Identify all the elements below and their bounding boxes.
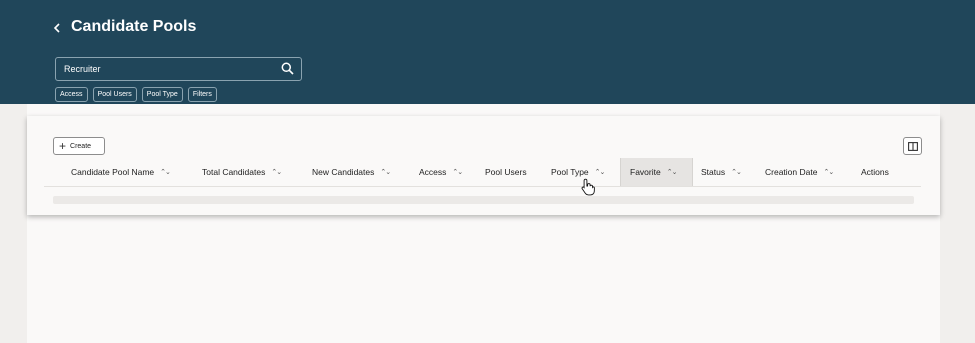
loading-placeholder: [53, 196, 914, 204]
filter-chips: Access Pool Users Pool Type Filters: [55, 87, 217, 102]
column-label: Creation Date: [765, 167, 818, 177]
column-header-pool-users[interactable]: Pool Users: [485, 158, 527, 186]
table-header: Candidate Pool Name ⌃⌄ Total Candidates …: [44, 158, 921, 187]
plus-icon: +: [59, 139, 67, 153]
filter-chip-filters[interactable]: Filters: [187, 87, 217, 102]
column-label: New Candidates: [312, 167, 375, 177]
sort-icon[interactable]: ⌃⌄: [667, 168, 678, 176]
chevron-left-icon: [53, 23, 60, 33]
back-button[interactable]: [50, 19, 64, 37]
column-header-favorite[interactable]: Favorite ⌃⌄: [620, 158, 693, 186]
results-card: + Create Candidate Pool Name ⌃⌄ Total Ca…: [27, 116, 940, 215]
sort-icon[interactable]: ⌃⌄: [380, 168, 391, 176]
search-input[interactable]: [56, 58, 274, 80]
sort-icon[interactable]: ⌃⌄: [160, 168, 171, 176]
column-label: Access: [419, 167, 447, 177]
create-button[interactable]: + Create: [53, 137, 105, 155]
column-header-pool-type[interactable]: Pool Type ⌃⌄: [551, 158, 606, 186]
column-header-access[interactable]: Access ⌃⌄: [419, 158, 463, 186]
sort-icon[interactable]: ⌃⌄: [271, 168, 282, 176]
column-label: Actions: [861, 167, 889, 177]
column-label: Pool Users: [485, 167, 527, 177]
sort-icon[interactable]: ⌃⌄: [823, 168, 834, 176]
column-label: Status: [701, 167, 726, 177]
hand-pointer-icon: [581, 178, 595, 196]
column-header-creation-date[interactable]: Creation Date ⌃⌄: [765, 158, 834, 186]
split-panel-button[interactable]: [903, 137, 922, 155]
column-header-actions: Actions: [861, 158, 889, 186]
column-header-status[interactable]: Status ⌃⌄: [701, 158, 742, 186]
create-label: Create: [70, 142, 92, 150]
sort-icon[interactable]: ⌃⌄: [731, 168, 742, 176]
filter-chip-access[interactable]: Access: [55, 87, 88, 102]
column-header-total-candidates[interactable]: Total Candidates ⌃⌄: [202, 158, 282, 186]
column-label: Favorite: [630, 167, 661, 177]
column-label: Total Candidates: [202, 167, 266, 177]
column-label: Pool Type: [551, 167, 589, 177]
page-header: Candidate Pools Access Pool Users Pool T…: [0, 0, 975, 104]
column-label: Candidate Pool Name: [71, 167, 155, 177]
column-header-candidate-pool-name[interactable]: Candidate Pool Name ⌃⌄: [71, 158, 171, 186]
split-panel-icon: [907, 141, 918, 151]
search-field[interactable]: [55, 57, 302, 81]
column-header-new-candidates[interactable]: New Candidates ⌃⌄: [312, 158, 391, 186]
search-icon[interactable]: [281, 62, 294, 75]
filter-chip-pool-users[interactable]: Pool Users: [92, 87, 137, 102]
sort-icon[interactable]: ⌃⌄: [452, 168, 463, 176]
filter-chip-pool-type[interactable]: Pool Type: [141, 87, 183, 102]
page-title: Candidate Pools: [71, 18, 197, 35]
sort-icon[interactable]: ⌃⌄: [595, 168, 606, 176]
